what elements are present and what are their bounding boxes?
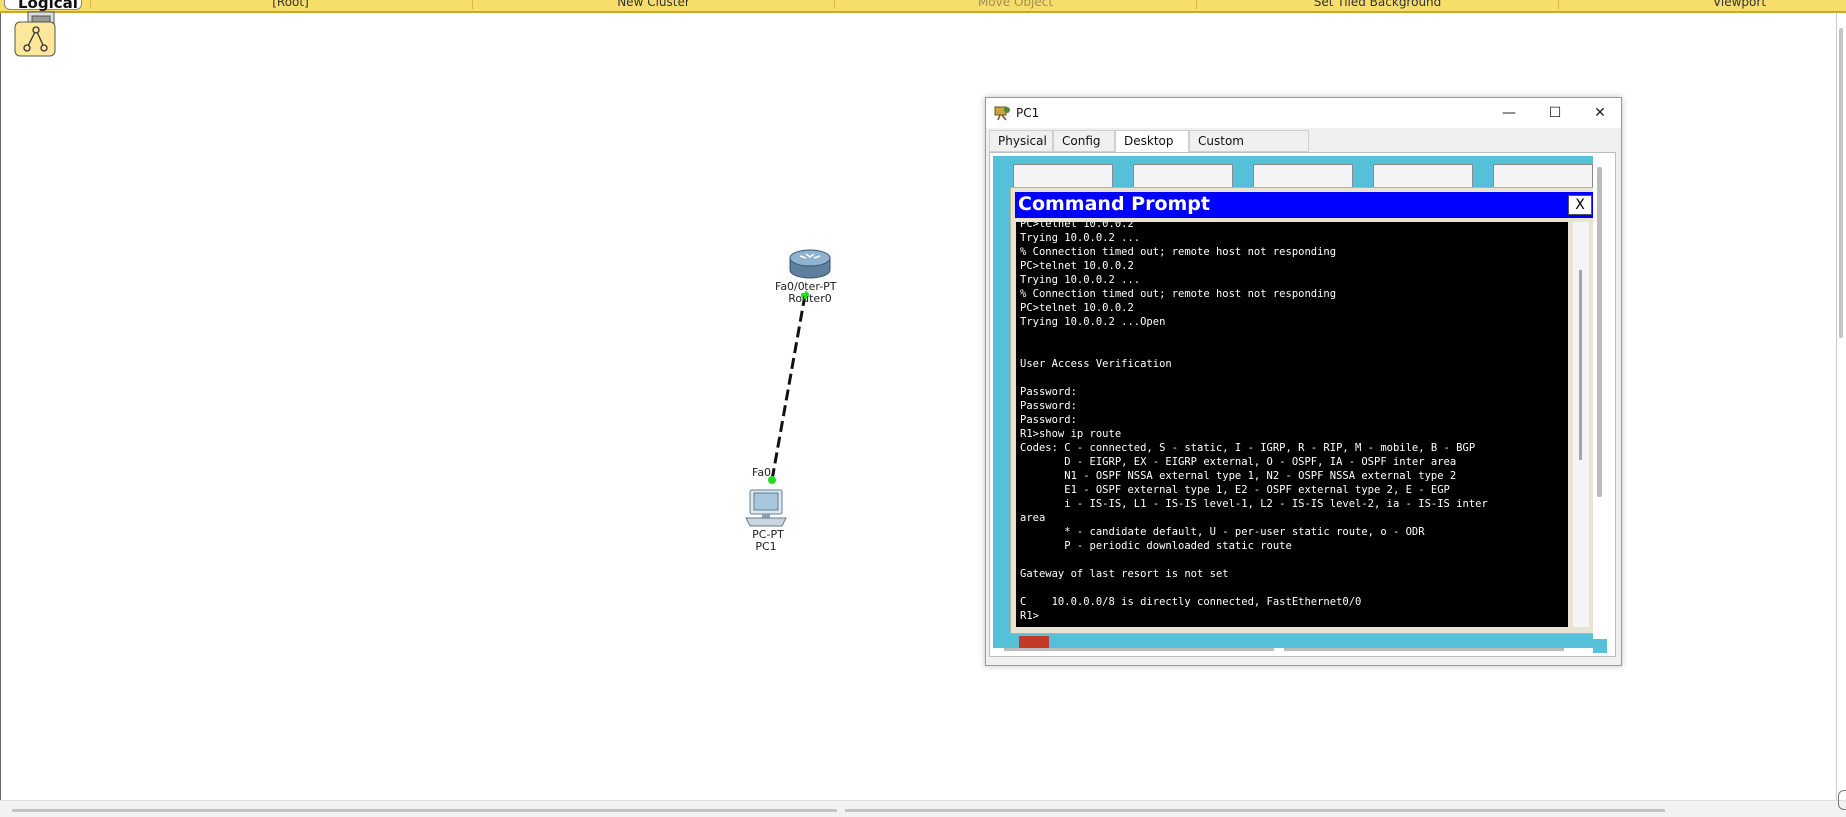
desktop-horizontal-scrollbar[interactable] [1284,648,1564,651]
pc-name-label: PC1 [755,540,777,553]
pc-icon[interactable] [744,488,788,528]
terminal-scrollbar[interactable] [1573,222,1589,627]
terminal-text: PC>telnet 10.0.0.2 Trying 10.0.0.2 ... %… [1020,222,1488,622]
maximize-button[interactable]: ☐ [1535,102,1575,124]
pc1-device-window: PC1 — ☐ ✕ Physical Config Desktop Custom… [985,97,1622,666]
window-titlebar[interactable]: PC1 — ☐ ✕ [986,98,1621,128]
pc-window-icon [994,105,1012,121]
corner-handle [1838,790,1846,810]
canvas-vertical-scrollbar[interactable] [1836,13,1846,803]
scroll-thumb[interactable] [1579,270,1582,460]
desktop-area: Command Prompt X PC>telnet 10.0.0.2 Tryi… [993,156,1593,648]
command-prompt-titlebar[interactable]: Command Prompt X [1015,192,1593,218]
scroll-thumb[interactable] [1839,28,1843,338]
scroll-thumb[interactable] [12,809,837,812]
pc-port-label: Fa0 [752,466,772,479]
desktop-tab-content: Command Prompt X PC>telnet 10.0.0.2 Tryi… [989,152,1616,657]
tab-custom-interface[interactable]: Custom Interface [1189,130,1309,168]
desktop-vertical-scrollbar[interactable] [1597,167,1602,497]
terminal-output[interactable]: PC>telnet 10.0.0.2 Trying 10.0.0.2 ... %… [1016,222,1568,627]
minimize-button[interactable]: — [1489,102,1529,124]
canvas-horizontal-scrollbar[interactable] [0,800,1846,817]
window-title: PC1 [1016,106,1040,120]
desktop-app-icon [1019,636,1049,648]
command-prompt-window: Command Prompt X PC>telnet 10.0.0.2 Tryi… [1010,187,1593,634]
tab-config[interactable]: Config [1053,130,1115,152]
scroll-thumb[interactable] [845,809,1665,812]
tab-desktop[interactable]: Desktop [1115,130,1189,153]
command-prompt-close-button[interactable]: X [1568,195,1592,215]
desktop-horizontal-scrollbar[interactable] [1004,648,1274,651]
router-name-label: Router0 [788,292,832,305]
ethernet-link[interactable] [770,294,807,481]
tab-physical[interactable]: Physical [989,130,1053,152]
scroll-corner [1593,639,1607,653]
close-button[interactable]: ✕ [1580,102,1620,124]
router-icon[interactable] [786,248,834,280]
command-prompt-title: Command Prompt [1018,193,1210,215]
